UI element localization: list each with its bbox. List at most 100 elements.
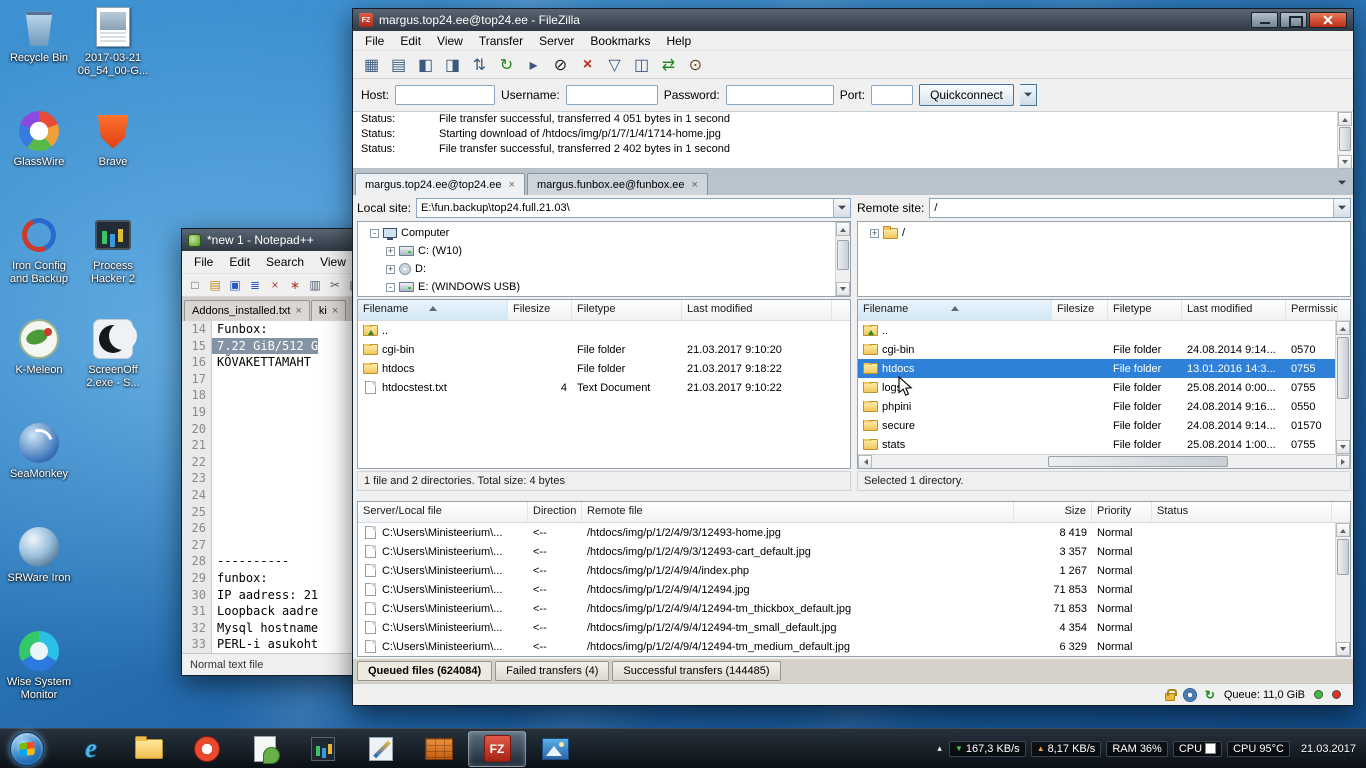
local-path-combo[interactable]: E:\fun.backup\top24.full.21.03\	[416, 198, 851, 218]
queue-tab[interactable]: Queued files (624084)	[357, 661, 492, 681]
scroll-left-icon[interactable]	[858, 455, 872, 469]
tab-close-icon[interactable]	[692, 179, 698, 191]
queue-row[interactable]: C:\Users\Ministeerium\... <-- /htdocs/im…	[358, 542, 1350, 561]
toolbar-icon[interactable]: ◫	[629, 54, 654, 76]
file-row[interactable]: ..	[358, 321, 850, 340]
column-header-remote-file[interactable]: Remote file	[582, 502, 1014, 522]
toolbar-icon[interactable]: ▣	[226, 276, 244, 294]
remote-list-scrollbar[interactable]	[1335, 321, 1350, 454]
tree-item-drive-d[interactable]: + D:	[358, 260, 850, 278]
start-button[interactable]	[10, 732, 44, 766]
desktop-icon[interactable]: ScreenOff 2.exe - S...	[76, 316, 150, 420]
queue-scrollbar[interactable]	[1335, 523, 1350, 656]
ram-usage-badge[interactable]: RAM 36%	[1106, 741, 1168, 757]
combo-dropdown-icon[interactable]	[833, 199, 850, 217]
cpu-temp-badge[interactable]: CPU 95°C	[1227, 741, 1290, 757]
taskbar-app-button[interactable]	[62, 731, 120, 767]
toolbar-icon[interactable]: ⊘	[548, 54, 573, 76]
queue-row[interactable]: C:\Users\Ministeerium\... <-- /htdocs/im…	[358, 599, 1350, 618]
taskbar-app-button[interactable]	[468, 731, 526, 767]
column-header-local-file[interactable]: Server/Local file	[358, 502, 528, 522]
tree-item-root[interactable]: + /	[858, 224, 1350, 242]
taskbar-app-button[interactable]	[120, 731, 178, 767]
desktop-icon[interactable]: SeaMonkey	[2, 420, 76, 524]
queue-row[interactable]: C:\Users\Ministeerium\... <-- /htdocs/im…	[358, 637, 1350, 656]
queue-tab[interactable]: Successful transfers (144485)	[612, 661, 780, 681]
toolbar-icon[interactable]: ⇄	[656, 54, 681, 76]
menu-item[interactable]: Help	[658, 32, 699, 50]
file-row[interactable]: htdocs File folder 21.03.2017 9:18:22	[358, 359, 850, 378]
column-header-last-modified[interactable]: Last modified	[1182, 300, 1286, 320]
toolbar-icon[interactable]: ×	[266, 276, 284, 294]
clock-date[interactable]: 21.03.2017	[1301, 743, 1356, 755]
tab-list-dropdown-icon[interactable]	[1333, 174, 1351, 192]
taskbar-app-button[interactable]	[410, 731, 468, 767]
column-header-filesize[interactable]: Filesize	[1052, 300, 1108, 320]
taskbar-app-button[interactable]	[178, 731, 236, 767]
expander-icon[interactable]: -	[370, 229, 379, 238]
maximize-button[interactable]	[1280, 12, 1307, 28]
scroll-thumb[interactable]	[1337, 337, 1349, 399]
toolbar-icon[interactable]: ◧	[413, 54, 438, 76]
menu-item[interactable]: Search	[258, 253, 312, 271]
column-header-filename[interactable]: Filename	[858, 300, 1052, 320]
column-header-permissions[interactable]: Permissions	[1286, 300, 1338, 320]
toolbar-icon[interactable]: ◨	[440, 54, 465, 76]
toolbar-icon[interactable]: □	[186, 276, 204, 294]
scroll-down-icon[interactable]	[1336, 440, 1350, 454]
file-row[interactable]: logs File folder 25.08.2014 0:00... 0755	[858, 378, 1350, 397]
queue-row[interactable]: C:\Users\Ministeerium\... <-- /htdocs/im…	[358, 523, 1350, 542]
desktop-icon[interactable]: Process Hacker 2	[76, 212, 150, 316]
upload-speed-badge[interactable]: 8,17 KB/s	[1031, 741, 1102, 757]
taskbar-app-button[interactable]	[294, 731, 352, 767]
tree-item-computer[interactable]: - Computer	[358, 224, 850, 242]
menu-item[interactable]: Bookmarks	[582, 32, 658, 50]
expander-icon[interactable]: +	[386, 265, 395, 274]
toolbar-icon[interactable]: ▥	[306, 276, 324, 294]
filezilla-titlebar[interactable]: margus.top24.ee@top24.ee - FileZilla	[353, 9, 1353, 31]
lock-icon[interactable]	[1165, 693, 1175, 701]
toolbar-icon[interactable]: ↻	[494, 54, 519, 76]
queue-row[interactable]: C:\Users\Ministeerium\... <-- /htdocs/im…	[358, 580, 1350, 599]
document-tab[interactable]: Addons_installed.txt	[184, 300, 310, 321]
column-header-direction[interactable]: Direction	[528, 502, 582, 522]
username-input[interactable]	[566, 85, 658, 105]
scroll-thumb[interactable]	[1339, 127, 1351, 151]
file-row[interactable]: secure File folder 24.08.2014 9:14... 01…	[858, 416, 1350, 435]
host-input[interactable]	[395, 85, 495, 105]
toolbar-icon[interactable]: ⊙	[683, 54, 708, 76]
menu-item[interactable]: View	[312, 253, 354, 271]
server-tab[interactable]: margus.funbox.ee@funbox.ee	[527, 173, 708, 195]
tree-item-drive-c[interactable]: + C: (W10)	[358, 242, 850, 260]
toolbar-icon[interactable]: ≣	[246, 276, 264, 294]
expander-icon[interactable]: +	[870, 229, 879, 238]
quickconnect-dropdown-icon[interactable]	[1020, 84, 1037, 106]
settings-gear-icon[interactable]	[1184, 689, 1196, 701]
remote-path-combo[interactable]: /	[929, 198, 1351, 218]
scroll-up-icon[interactable]	[1336, 523, 1350, 537]
desktop-icon[interactable]: Brave	[76, 108, 150, 212]
queue-tab[interactable]: Failed transfers (4)	[495, 661, 609, 681]
column-header-filetype[interactable]: Filetype	[572, 300, 682, 320]
menu-item[interactable]: File	[357, 32, 392, 50]
quickconnect-button[interactable]: Quickconnect	[919, 84, 1014, 106]
desktop-icon[interactable]: Wise System Monitor	[2, 628, 76, 732]
sync-status-icon[interactable]	[1205, 688, 1215, 702]
file-row[interactable]: stats File folder 25.08.2014 1:00... 075…	[858, 435, 1350, 454]
expander-icon[interactable]: -	[386, 283, 395, 292]
toolbar-icon[interactable]: ✂	[326, 276, 344, 294]
expander-icon[interactable]: +	[386, 247, 395, 256]
taskbar-app-button[interactable]	[352, 731, 410, 767]
scroll-thumb[interactable]	[1048, 456, 1228, 467]
queue-row[interactable]: C:\Users\Ministeerium\... <-- /htdocs/im…	[358, 618, 1350, 637]
show-hidden-icons-icon[interactable]	[937, 743, 942, 754]
menu-item[interactable]: View	[429, 32, 471, 50]
close-button[interactable]	[1309, 12, 1347, 28]
toolbar-icon[interactable]: ▤	[206, 276, 224, 294]
password-input[interactable]	[726, 85, 834, 105]
taskbar-app-button[interactable]	[236, 731, 294, 767]
toolbar-icon[interactable]: ⇅	[467, 54, 492, 76]
document-tab[interactable]: ki	[311, 300, 346, 321]
toolbar-icon[interactable]: ▽	[602, 54, 627, 76]
scroll-up-icon[interactable]	[1336, 321, 1350, 335]
